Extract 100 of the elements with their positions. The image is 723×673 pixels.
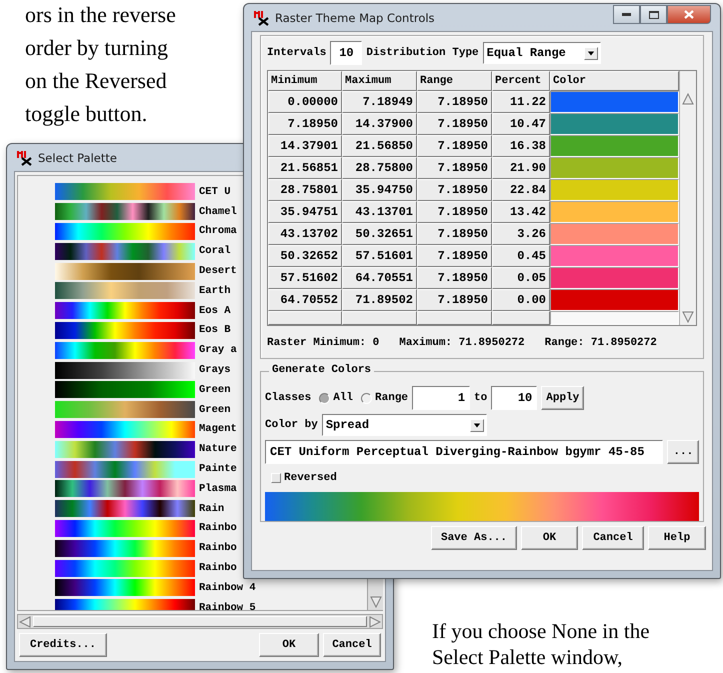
minimize-button[interactable] [613,5,640,24]
table-cell: 7.18950 [417,135,492,157]
color-swatch[interactable] [550,289,679,311]
palette-name-field[interactable]: CET Uniform Perceptual Diverging-Rainbow bgymr 45-85 [265,440,664,464]
table-cell: 7.18950 [268,113,342,135]
palette-name[interactable]: Coral [199,245,231,258]
table-cell: 50.32651 [342,223,417,245]
intervals-field[interactable]: 10 [330,41,362,65]
color-by-dropdown[interactable]: Spread [322,414,487,436]
class-radio-option[interactable]: Range [361,392,408,404]
table-cell: 50.32652 [268,245,342,267]
close-icon [684,10,694,19]
maximize-button[interactable] [640,5,667,24]
palette-name[interactable]: Rainbow 5 [199,602,256,610]
scroll-down-arrow-icon[interactable] [682,311,694,323]
scroll-down-arrow-icon[interactable] [370,596,382,608]
table-cell: 7.18950 [417,157,492,179]
class-radio-option[interactable]: All [319,392,354,404]
palette-name[interactable]: Chamel [199,206,237,218]
table-cell: 7.18950 [417,113,492,135]
palette-name[interactable]: CET U [199,186,231,198]
palette-gradient-strip[interactable] [55,203,195,220]
horizontal-scrollbar[interactable] [17,614,383,629]
palette-name[interactable]: Rainbow 4 [199,582,256,594]
reversed-checkbox[interactable]: Reversed [271,472,699,484]
table-cell: 16.38 [492,135,550,157]
palette-name[interactable]: Eos B [199,324,231,336]
palette-name[interactable]: Desert [199,265,237,278]
raster-stat-text: Range: 71.8950272 [544,337,657,349]
palette-gradient-strip[interactable] [55,381,195,398]
table-cell: 57.51601 [342,245,417,267]
palette-gradient-strip[interactable] [55,242,195,260]
palette-name[interactable]: Nature [199,443,237,456]
palette-gradient-strip[interactable] [55,520,195,537]
apply-button[interactable]: Apply [541,386,584,410]
palette-gradient-strip[interactable] [55,322,195,339]
palette-gradient-strip[interactable] [55,540,195,557]
palette-gradient-strip[interactable] [55,262,195,280]
palette-gradient-strip[interactable] [55,302,195,320]
cancel-button[interactable]: Cancel [323,633,381,657]
credits-button[interactable]: Credits... [19,633,107,657]
save-as-button[interactable]: Save As... [431,526,517,550]
palette-gradient-strip[interactable] [55,440,195,458]
palette-name[interactable]: Gray a [199,344,237,356]
color-swatch[interactable] [550,201,679,223]
browse-button[interactable]: ... [667,440,699,464]
palette-gradient-strip[interactable] [55,282,195,300]
color-swatch[interactable] [550,179,679,201]
palette-name[interactable]: Plasma [199,482,237,495]
range-to-field[interactable]: 10 [491,386,538,410]
cancel-button[interactable]: Cancel [582,526,644,550]
palette-gradient-strip[interactable] [55,401,195,418]
palette-gradient-strip[interactable] [55,362,195,379]
ok-button[interactable]: OK [521,526,578,550]
palette-gradient-strip[interactable] [55,222,195,240]
app-logo-icon [16,150,32,166]
palette-name[interactable]: Eos A [199,304,231,317]
column-header: Range [417,71,492,91]
help-button[interactable]: Help [648,526,706,550]
paragraph-text: If you choose None in the Select Palette window, [432,618,651,670]
color-swatch[interactable] [550,113,679,135]
color-swatch[interactable] [550,135,679,157]
palette-name[interactable]: Green [199,404,231,416]
palette-name[interactable]: Painte [199,463,237,476]
color-swatch[interactable] [550,157,679,179]
ok-button[interactable]: OK [259,633,319,657]
palette-name[interactable]: Rainbo [199,542,237,554]
palette-gradient-strip[interactable] [55,500,195,518]
color-by-label: Color by [265,419,318,431]
dropdown-caret-icon [470,418,484,432]
close-button[interactable] [667,5,711,24]
scroll-right-arrow-icon[interactable] [369,616,381,628]
palette-name[interactable]: Rainbo [199,522,237,534]
color-swatch[interactable] [550,245,679,267]
palette-name[interactable]: Rainbo [199,562,237,574]
palette-gradient-strip[interactable] [55,560,195,577]
range-from-field[interactable]: 1 [412,386,470,410]
app-logo-icon [253,10,269,26]
scroll-left-arrow-icon[interactable] [19,616,31,628]
paragraph-text: ors in the reverse order by turning on the Reversed toggle button. [25,1,177,128]
column-header: Color [550,71,679,91]
color-swatch[interactable] [550,91,679,113]
palette-name[interactable]: Rain [199,502,224,515]
palette-gradient-strip[interactable] [55,579,195,596]
color-swatch[interactable] [550,267,679,289]
palette-name[interactable]: Earth [199,284,231,297]
palette-name[interactable]: Grays [199,364,231,376]
scroll-up-arrow-icon[interactable] [682,93,694,105]
color-swatch[interactable] [550,223,679,245]
table-cell: 64.70552 [268,289,342,311]
palette-name[interactable]: Green [199,384,231,396]
vertical-scrollbar[interactable] [679,71,696,325]
palette-name[interactable]: Magent [199,423,237,436]
palette-gradient-strip[interactable] [55,480,195,498]
table-cell: 14.37900 [342,113,417,135]
minimize-icon [622,13,631,16]
palette-gradient-strip[interactable] [55,420,195,438]
table-cell: 7.18950 [417,267,492,289]
palette-name[interactable]: Chroma [199,225,237,238]
distribution-type-dropdown[interactable]: Equal Range [482,42,601,64]
